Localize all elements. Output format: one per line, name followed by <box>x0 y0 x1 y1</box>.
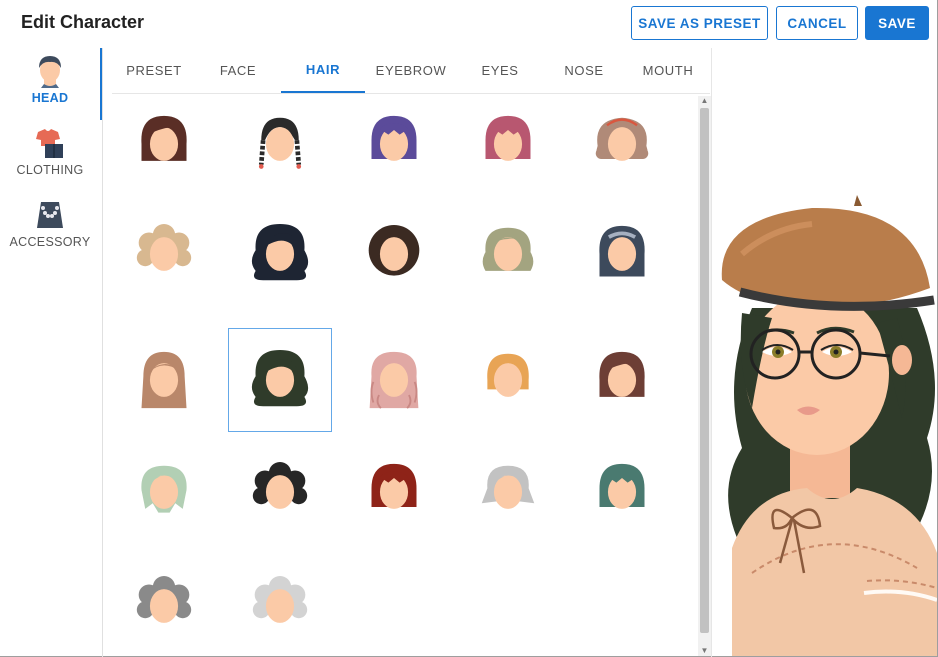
feature-tabs: PRESET FACE HAIR EYEBROW EYES NOSE MOUTH <box>112 48 710 94</box>
hair-option[interactable] <box>228 554 332 656</box>
hair-style-thumbnail <box>141 465 187 513</box>
hair-option[interactable] <box>112 554 216 656</box>
hair-style-thumbnail <box>599 351 645 397</box>
hair-style-thumbnail <box>599 463 645 509</box>
scroll-thumb[interactable] <box>700 108 709 633</box>
hair-option[interactable] <box>228 202 332 306</box>
character-preview-illustration <box>721 195 937 656</box>
tab-hair[interactable]: HAIR <box>281 48 365 93</box>
edit-character-dialog: Edit Character SAVE AS PRESET CANCEL SAV… <box>0 0 938 657</box>
hair-option[interactable] <box>456 202 560 306</box>
hair-style-thumbnail <box>595 117 649 161</box>
category-clothing[interactable]: CLOTHING <box>0 126 100 177</box>
save-as-preset-button[interactable]: SAVE AS PRESET <box>631 6 768 40</box>
hair-style-thumbnail <box>251 224 309 281</box>
category-head-label: HEAD <box>31 91 69 105</box>
hair-style-thumbnail <box>482 227 534 271</box>
hair-style-thumbnail <box>141 351 187 409</box>
hair-option[interactable] <box>112 96 216 196</box>
category-accessory[interactable]: ACCESSORY <box>0 198 100 249</box>
hair-style-thumbnail <box>136 224 192 271</box>
tab-mouth[interactable]: MOUTH <box>626 48 710 93</box>
save-button[interactable]: SAVE <box>865 6 929 40</box>
hair-option[interactable] <box>456 96 560 196</box>
hair-style-thumbnail <box>252 576 308 623</box>
hair-option[interactable] <box>342 202 446 306</box>
hair-style-thumbnail <box>481 465 535 509</box>
necklace-icon <box>37 202 63 228</box>
grid-scrollbar[interactable]: ▲ ▼ <box>698 96 711 656</box>
hair-style-thumbnail <box>136 576 192 623</box>
hair-option[interactable] <box>570 96 674 196</box>
scroll-up-arrow-icon[interactable]: ▲ <box>698 96 711 106</box>
hair-style-thumbnail <box>252 462 308 509</box>
hair-option[interactable] <box>456 328 560 432</box>
hair-style-thumbnail <box>251 350 309 407</box>
category-head[interactable]: HEAD <box>0 54 100 105</box>
hair-option[interactable] <box>456 440 560 544</box>
hair-option[interactable] <box>570 440 674 544</box>
tab-eyebrow[interactable]: EYEBROW <box>368 48 454 93</box>
hair-style-thumbnail <box>371 115 417 161</box>
hair-option[interactable] <box>570 202 674 306</box>
scroll-down-arrow-icon[interactable]: ▼ <box>698 646 711 656</box>
hair-options-grid <box>112 96 698 656</box>
category-clothing-label: CLOTHING <box>16 163 84 177</box>
hair-style-thumbnail <box>487 353 529 397</box>
hair-option[interactable] <box>228 440 332 544</box>
hair-style-thumbnail <box>371 463 417 509</box>
dialog-title: Edit Character <box>21 12 145 32</box>
tab-nose[interactable]: NOSE <box>542 48 626 93</box>
hair-option[interactable] <box>112 328 216 432</box>
character-preview <box>712 48 937 656</box>
hair-option[interactable] <box>228 96 332 196</box>
cancel-button[interactable]: CANCEL <box>776 6 858 40</box>
head-icon <box>39 56 61 88</box>
hair-option[interactable] <box>228 328 332 432</box>
tab-eyes[interactable]: EYES <box>457 48 543 93</box>
clothing-icon <box>36 129 63 158</box>
hair-option[interactable] <box>112 202 216 306</box>
category-accessory-label: ACCESSORY <box>9 235 91 249</box>
hair-option[interactable] <box>112 440 216 544</box>
active-category-indicator <box>100 48 102 120</box>
hair-style-thumbnail <box>141 115 187 161</box>
tab-face[interactable]: FACE <box>196 48 280 93</box>
tab-preset[interactable]: PRESET <box>112 48 196 93</box>
hair-option[interactable] <box>342 328 446 432</box>
hair-style-thumbnail <box>599 225 645 277</box>
hair-style-thumbnail <box>485 115 531 161</box>
hair-option[interactable] <box>342 96 446 196</box>
hair-style-thumbnail <box>258 117 302 169</box>
hair-option[interactable] <box>570 328 674 432</box>
hair-option[interactable] <box>342 440 446 544</box>
hair-style-thumbnail <box>369 351 419 409</box>
hair-style-thumbnail <box>368 224 420 276</box>
